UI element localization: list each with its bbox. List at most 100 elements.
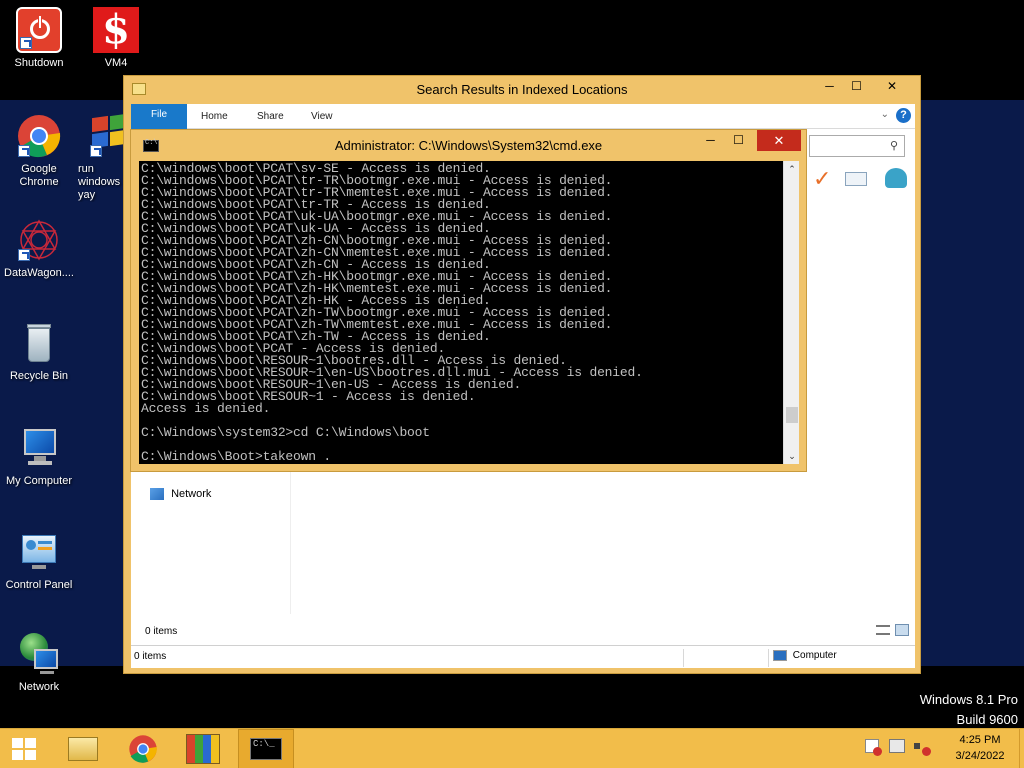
console-line: C:\Windows\system32>cd C:\Windows\boot (141, 425, 430, 440)
search-input[interactable]: ⚲ (809, 135, 905, 157)
taskbar-cmd[interactable]: C:\_ (238, 729, 294, 768)
cmd-close-button[interactable]: ✕ (757, 130, 801, 151)
nav-item-label: Network (171, 488, 212, 500)
watermark-edition: Windows 8.1 Pro (919, 692, 1018, 707)
shortcut-arrow-icon (18, 249, 30, 261)
windows-setup-icon (186, 734, 220, 764)
navigation-pane (131, 454, 291, 614)
taskbar-windows-setup[interactable] (176, 729, 232, 768)
explorer-title-bar[interactable]: Search Results in Indexed Locations ─ ☐ … (124, 76, 920, 103)
cmd-console[interactable]: C:\windows\boot\PCAT\sv-SE - Access is d… (139, 161, 783, 464)
console-output: C:\windows\boot\PCAT\sv-SE - Access is d… (141, 162, 643, 464)
cmd-scrollbar[interactable]: ⌃ ⌄ (783, 161, 799, 464)
desktop-icon-label: Shutdown (14, 57, 64, 69)
windows-logo-icon (12, 738, 36, 760)
status-divider (683, 649, 684, 667)
clock-time: 4:25 PM (959, 734, 1001, 746)
control-panel-icon (16, 529, 62, 575)
desktop-icon-datawagon[interactable]: DataWagon.... (1, 217, 77, 280)
file-explorer-icon (68, 737, 98, 761)
network-status-icon[interactable] (888, 739, 905, 753)
cmd-minimize-button[interactable]: ─ (697, 130, 724, 150)
taskbar: C:\_ 4:25 PM 3/24/2022 (0, 728, 1024, 768)
close-icon: ✕ (773, 133, 785, 148)
network-icon (150, 488, 164, 501)
system-tray (865, 739, 932, 756)
large-icons-view-icon[interactable] (895, 624, 909, 636)
desktop-icon-label: Recycle Bin (9, 370, 69, 382)
cmd-icon: C:\_ (250, 738, 282, 760)
tab-file[interactable]: File (131, 104, 187, 129)
status-location-label: Computer (792, 650, 837, 662)
properties-icon[interactable] (845, 172, 867, 186)
clock[interactable]: 4:25 PM 3/24/2022 (940, 732, 1020, 764)
scroll-thumb[interactable] (786, 407, 798, 423)
shutdown-icon (16, 7, 62, 53)
maximize-icon: ☐ (851, 79, 862, 93)
ribbon-tabs: File Home Share View ⌄ ? (131, 104, 915, 129)
items-count: 0 items (145, 626, 178, 637)
network-icon (16, 631, 62, 677)
start-button[interactable] (0, 729, 48, 768)
maximize-icon: ☐ (733, 133, 744, 147)
recycle-bin-icon (16, 320, 62, 366)
shell-icon[interactable] (885, 168, 907, 188)
volume-icon[interactable] (914, 739, 932, 756)
desktop-icon-label: My Computer (5, 475, 73, 487)
scroll-up-icon[interactable]: ⌃ (784, 161, 800, 177)
taskbar-chrome[interactable] (116, 729, 172, 768)
status-location: Computer (773, 650, 837, 661)
shortcut-arrow-icon (18, 145, 30, 157)
desktop-icon-google-chrome[interactable]: Google Chrome (1, 113, 77, 189)
desktop-icon-vm4[interactable]: $ VM4 (78, 7, 154, 70)
desktop-icon-label: Control Panel (5, 579, 73, 591)
desktop-icon-my-computer[interactable]: My Computer (1, 425, 77, 488)
explorer-title: Search Results in Indexed Locations (416, 82, 628, 97)
shortcut-arrow-icon (90, 145, 102, 157)
cmd-title-bar[interactable]: Administrator: C:\Windows\System32\cmd.e… (131, 130, 806, 160)
details-view-icon[interactable] (876, 625, 890, 635)
tab-view[interactable]: View (311, 111, 333, 122)
console-line: C:\Windows\Boot>takeown . (141, 449, 332, 464)
scroll-down-icon[interactable]: ⌄ (784, 448, 800, 464)
status-divider (768, 649, 769, 667)
desktop-icon-run-windows[interactable]: run windows yay (78, 113, 126, 202)
watermark-build: Build 9600 (956, 712, 1018, 727)
desktop-icon-label: run windows yay (78, 163, 121, 201)
nav-item-network[interactable]: Network (150, 488, 212, 501)
cmd-window[interactable]: Administrator: C:\Windows\System32\cmd.e… (130, 129, 807, 472)
desktop-icon-label: Google Chrome (19, 163, 59, 188)
action-center-icon[interactable] (865, 739, 882, 756)
desktop-icon-recycle-bin[interactable]: Recycle Bin (1, 320, 77, 383)
console-line: Access is denied. (141, 401, 271, 416)
search-icon: ⚲ (889, 140, 898, 152)
maximize-button[interactable]: ☐ (843, 76, 870, 96)
datawagon-icon (16, 217, 62, 263)
taskbar-file-explorer[interactable] (56, 729, 112, 768)
desktop-icon-label: Network (18, 681, 60, 693)
vm4-icon: $ (93, 7, 139, 53)
desktop-icon-label: VM4 (104, 57, 128, 69)
close-button[interactable]: ✕ (870, 76, 914, 96)
help-icon[interactable]: ? (896, 108, 911, 123)
tab-share[interactable]: Share (257, 111, 284, 122)
checkmark-icon[interactable]: ✓ (813, 166, 831, 192)
ribbon-tools: ✓ (811, 166, 915, 196)
clock-date: 3/24/2022 (955, 750, 1005, 762)
ribbon-expand-icon[interactable]: ⌄ (881, 109, 889, 120)
show-desktop-button[interactable] (1019, 729, 1024, 768)
minimize-icon: ─ (825, 79, 834, 93)
my-computer-icon (16, 425, 62, 471)
close-icon: ✕ (886, 79, 898, 93)
status-item-count: 0 items (134, 651, 167, 662)
minimize-button[interactable]: ─ (816, 76, 843, 96)
computer-icon (773, 650, 787, 661)
desktop-icon-shutdown[interactable]: Shutdown (1, 7, 77, 70)
cmd-maximize-button[interactable]: ☐ (725, 130, 752, 150)
chrome-icon (16, 113, 62, 159)
desktop-icon-control-panel[interactable]: Control Panel (1, 529, 77, 592)
tab-home[interactable]: Home (201, 111, 228, 122)
chrome-icon (129, 735, 157, 763)
windows-version-watermark: Windows 8.1 Pro Build 9600 (920, 690, 1018, 730)
desktop-icon-network[interactable]: Network (1, 631, 77, 694)
